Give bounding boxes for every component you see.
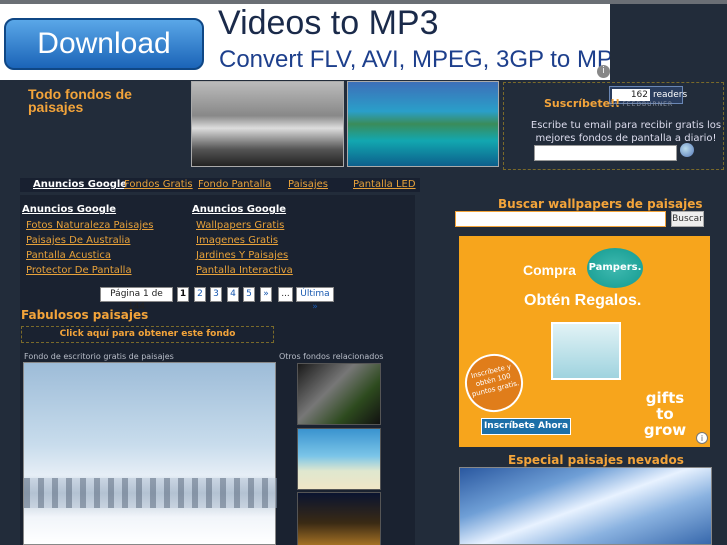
main-wallpaper-image[interactable] bbox=[23, 362, 277, 545]
search-button[interactable]: Buscar bbox=[671, 211, 704, 227]
ad-points-badge: Inscríbete y obtén 100 puntos gratis. bbox=[459, 347, 530, 419]
pager-info: Página 1 de 144 bbox=[100, 287, 173, 312]
ad-signup-button[interactable]: Inscríbete Ahora bbox=[481, 418, 571, 435]
ad-link[interactable]: Paisajes De Australia bbox=[26, 235, 130, 246]
diaper-box-image bbox=[551, 322, 621, 380]
pager-page[interactable]: 2 bbox=[194, 287, 206, 302]
related-thumbnail-2[interactable] bbox=[297, 428, 381, 490]
pager-last[interactable]: Última » bbox=[296, 287, 334, 312]
main-image-caption: Fondo de escritorio gratis de paisajes bbox=[24, 352, 174, 361]
related-thumbnail-3[interactable] bbox=[297, 492, 381, 545]
search-input[interactable] bbox=[455, 211, 666, 227]
ad-obten-text: Obtén Regalos. bbox=[524, 292, 642, 309]
ads-right-heading[interactable]: Anuncios Google bbox=[192, 204, 286, 215]
linkbar-item-pantalla-led[interactable]: Pantalla LED bbox=[353, 179, 416, 190]
linkbar-item-fondos-gratis[interactable]: Fondos Gratis bbox=[124, 179, 193, 190]
pampers-logo: Pampers. bbox=[587, 248, 643, 288]
site-title[interactable]: Todo fondos de paisajes bbox=[28, 87, 178, 114]
ad-link[interactable]: Pantalla Interactiva bbox=[196, 265, 293, 276]
pager-ellipsis: ... bbox=[278, 287, 293, 302]
banner-title: Videos to MP3 bbox=[218, 4, 439, 42]
related-thumbnail-1[interactable] bbox=[297, 363, 381, 425]
header-thumbnail-2[interactable] bbox=[347, 81, 499, 167]
ad-link[interactable]: Imagenes Gratis bbox=[196, 235, 278, 246]
ad-info-icon[interactable]: i bbox=[696, 432, 708, 444]
link-bar: Anuncios Google Fondos Gratis Fondo Pant… bbox=[20, 178, 420, 192]
ad-info-icon[interactable]: i bbox=[597, 65, 610, 78]
ad-link[interactable]: Wallpapers Gratis bbox=[196, 220, 284, 231]
subscribe-title: Suscríbete!! bbox=[544, 97, 621, 110]
snow-landscape-image[interactable] bbox=[459, 467, 712, 545]
subscribe-email-input[interactable] bbox=[534, 145, 677, 161]
linkbar-item-fondo-pantalla[interactable]: Fondo Pantalla bbox=[198, 179, 271, 190]
download-button[interactable]: Download bbox=[4, 18, 204, 70]
subscribe-submit-icon[interactable] bbox=[680, 143, 694, 157]
ad-link[interactable]: Pantalla Acustica bbox=[26, 250, 111, 261]
get-wallpaper-link[interactable]: Click aquí para obtener este fondo bbox=[21, 326, 274, 343]
banner-ad[interactable]: Download Videos to MP3 Convert FLV, AVI,… bbox=[0, 4, 610, 80]
readers-label: readers bbox=[653, 90, 688, 100]
gifts-to-grow-logo: gifts to grow bbox=[643, 389, 687, 439]
pager-page[interactable]: 3 bbox=[210, 287, 222, 302]
ad-link[interactable]: Jardines Y Paisajes bbox=[196, 250, 288, 261]
related-caption: Otros fondos relacionados bbox=[279, 352, 384, 361]
linkbar-item-paisajes[interactable]: Paisajes bbox=[288, 179, 328, 190]
snow-section-title[interactable]: Especial paisajes nevados bbox=[508, 453, 684, 467]
ad-link[interactable]: Protector De Pantalla bbox=[26, 265, 132, 276]
subscribe-text: Escribe tu email para recibir gratis los… bbox=[530, 120, 722, 144]
search-title: Buscar wallpapers de paisajes bbox=[498, 197, 703, 211]
linkbar-item-anuncios[interactable]: Anuncios Google bbox=[33, 179, 127, 190]
pampers-ad[interactable]: Compra Pampers. Obtén Regalos. Inscríbet… bbox=[459, 236, 710, 447]
pager-page[interactable]: 4 bbox=[227, 287, 239, 302]
ad-link[interactable]: Fotos Naturaleza Paisajes bbox=[26, 220, 154, 231]
ad-compra-text: Compra bbox=[523, 262, 576, 278]
ads-left-heading[interactable]: Anuncios Google bbox=[22, 204, 116, 215]
header-thumbnail-1[interactable] bbox=[191, 81, 344, 167]
pager-current: 1 bbox=[177, 287, 189, 302]
pager-page[interactable]: 5 bbox=[243, 287, 255, 302]
snowy-trees bbox=[24, 478, 277, 508]
banner-subtitle: Convert FLV, AVI, MPEG, 3GP to MP3 bbox=[219, 46, 610, 73]
pager-next[interactable]: » bbox=[260, 287, 272, 302]
section-title: Fabulosos paisajes bbox=[21, 308, 149, 322]
